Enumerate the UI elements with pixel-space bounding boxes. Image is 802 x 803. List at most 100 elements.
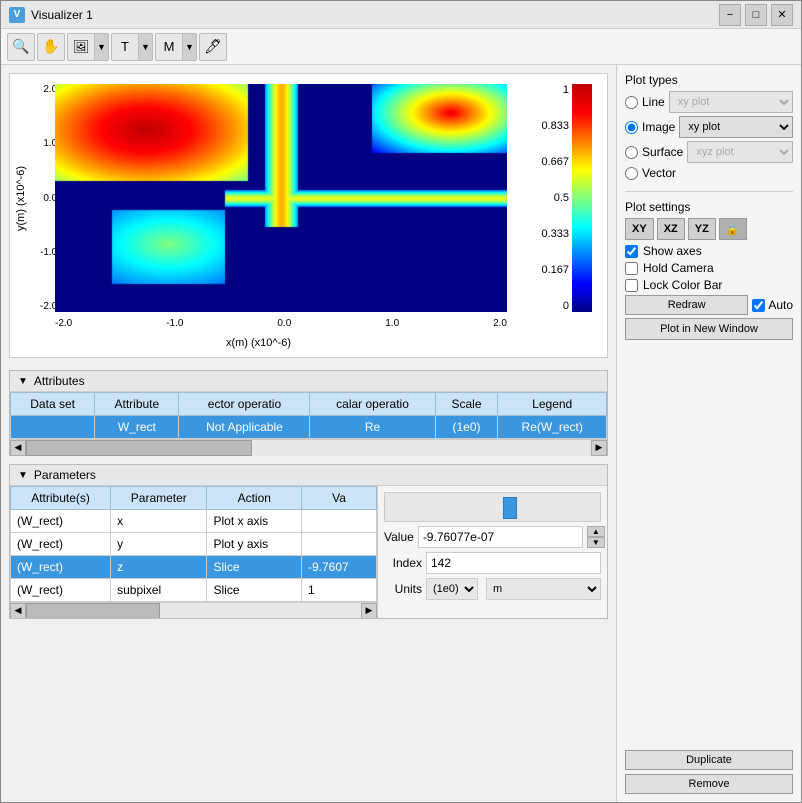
scroll-left-button[interactable]: ◀	[10, 440, 26, 456]
colorbar-min: 0	[563, 300, 569, 312]
param-row[interactable]: (W_rect) y Plot y axis	[11, 533, 377, 556]
attr-col-vector: ector operatio	[179, 393, 310, 416]
xz-axis-button[interactable]: XZ	[657, 218, 685, 240]
yz-axis-button[interactable]: YZ	[688, 218, 716, 240]
x-tick: 0.0	[277, 318, 291, 329]
marker-tool-dropdown[interactable]: M ▼	[155, 33, 197, 61]
colorbar-val1: 0.833	[541, 120, 569, 132]
marker-icon: M	[156, 39, 182, 54]
show-axes-checkbox[interactable]	[625, 245, 638, 258]
params-scroll-right[interactable]: ▶	[361, 603, 377, 619]
xy-axis-button[interactable]: XY	[625, 218, 654, 240]
params-table-wrapper: Attribute(s) Parameter Action Va (W_rect…	[10, 486, 377, 618]
index-input[interactable]	[426, 552, 601, 574]
zoom-button[interactable]: 🔍	[7, 33, 35, 61]
param-cell-value	[302, 533, 377, 556]
params-scrollbar[interactable]: ◀ ▶	[10, 602, 377, 618]
plot-new-window-button[interactable]: Plot in New Window	[625, 318, 793, 340]
params-scrollbar-track[interactable]	[26, 603, 361, 619]
hold-camera-checkbox[interactable]	[625, 262, 638, 275]
param-col-value: Va	[302, 487, 377, 510]
scroll-right-button[interactable]: ▶	[591, 440, 607, 456]
params-scroll-left[interactable]: ◀	[10, 603, 26, 619]
param-row[interactable]: (W_rect) subpixel Slice 1	[11, 579, 377, 602]
scrollbar-track[interactable]	[26, 440, 591, 456]
dropdown-arrow-icon[interactable]: ▼	[94, 34, 108, 60]
image-label: Image	[642, 120, 675, 134]
redraw-button[interactable]: Redraw	[625, 295, 748, 315]
value-label: Value	[384, 530, 414, 544]
scrollbar-thumb[interactable]	[26, 440, 252, 456]
param-cell-value	[302, 510, 377, 533]
value-slider[interactable]	[384, 492, 601, 522]
param-cell-action: Slice	[207, 556, 302, 579]
lock-colorbar-checkbox[interactable]	[625, 279, 638, 292]
param-row-selected[interactable]: (W_rect) z Slice -9.7607	[11, 556, 377, 579]
attr-col-attribute: Attribute	[95, 393, 179, 416]
colorbar-labels: 1 0.833 0.667 0.5 0.333 0.167 0	[541, 84, 569, 312]
lock-axis-button[interactable]: 🔒	[719, 218, 747, 240]
show-axes-label: Show axes	[643, 244, 702, 258]
hold-camera-label: Hold Camera	[643, 261, 714, 275]
lock-colorbar-label: Lock Color Bar	[643, 278, 722, 292]
attributes-scrollbar[interactable]: ◀ ▶	[10, 439, 607, 455]
x-tick: 1.0	[385, 318, 399, 329]
main-window: V Visualizer 1 − □ ✕ 🔍 ✋ 🖼 ▼ T ▼ M ▼ 🖊	[0, 0, 802, 803]
index-label: Index	[384, 556, 422, 570]
pan-button[interactable]: ✋	[37, 33, 65, 61]
slider-thumb[interactable]	[503, 497, 517, 519]
attr-row[interactable]: W_rect Not Applicable Re (1e0) Re(W_rect…	[11, 416, 607, 439]
duplicate-button[interactable]: Duplicate	[625, 750, 793, 770]
text-icon: T	[112, 39, 138, 54]
image-radio[interactable]	[625, 121, 638, 134]
auto-row: Auto	[752, 298, 793, 312]
remove-button[interactable]: Remove	[625, 774, 793, 794]
attributes-header[interactable]: ▼ Attributes	[10, 371, 607, 392]
param-cell-attr: (W_rect)	[11, 533, 111, 556]
param-cell-value: -9.7607	[302, 556, 377, 579]
image-select[interactable]: xy plot	[679, 116, 793, 138]
image-tool-dropdown[interactable]: 🖼 ▼	[67, 33, 109, 61]
surface-select[interactable]: xyz plot	[687, 141, 793, 163]
value-panel: Value ▲ ▼ Index	[377, 486, 607, 618]
text-tool-dropdown[interactable]: T ▼	[111, 33, 153, 61]
plot-settings-title: Plot settings	[625, 200, 793, 214]
value-up-button[interactable]: ▲	[587, 526, 605, 537]
parameters-header[interactable]: ▼ Parameters	[10, 465, 607, 486]
params-scrollbar-thumb[interactable]	[26, 603, 160, 619]
maximize-button[interactable]: □	[745, 4, 767, 26]
attr-cell-vector-op: Not Applicable	[179, 416, 310, 439]
units-field-row: Units (1e0) m	[384, 578, 601, 600]
attr-actions: Duplicate Remove	[625, 750, 793, 794]
image-icon: 🖼	[68, 39, 94, 55]
units-unit-select[interactable]: m	[486, 578, 601, 600]
colorbar	[572, 84, 592, 312]
attr-cell-attribute: W_rect	[95, 416, 179, 439]
surface-label: Surface	[642, 145, 683, 159]
titlebar: V Visualizer 1 − □ ✕	[1, 1, 801, 29]
param-cell-param: subpixel	[111, 579, 207, 602]
value-down-button[interactable]: ▼	[587, 537, 605, 548]
auto-checkbox[interactable]	[752, 299, 765, 312]
dropdown-arrow-icon[interactable]: ▼	[138, 34, 152, 60]
line-radio[interactable]	[625, 96, 638, 109]
value-input[interactable]	[418, 526, 583, 548]
attributes-arrow-icon: ▼	[18, 376, 28, 387]
param-col-param: Parameter	[111, 487, 207, 510]
minimize-button[interactable]: −	[719, 4, 741, 26]
surface-radio[interactable]	[625, 146, 638, 159]
x-axis-ticks: -2.0 -1.0 0.0 1.0 2.0	[55, 318, 507, 329]
param-row[interactable]: (W_rect) x Plot x axis	[11, 510, 377, 533]
params-table: Attribute(s) Parameter Action Va (W_rect…	[10, 486, 377, 602]
attr-col-scalar: calar operatio	[310, 393, 435, 416]
plot-types-section: Plot types Line xy plot Image xy plot	[625, 73, 793, 183]
close-button[interactable]: ✕	[771, 4, 793, 26]
paint-button[interactable]: 🖊	[199, 33, 227, 61]
plot-settings-section: Plot settings XY XZ YZ 🔒 Show axes Hold …	[625, 200, 793, 340]
units-value-select[interactable]: (1e0)	[426, 578, 478, 600]
vector-radio[interactable]	[625, 167, 638, 180]
attributes-section: ▼ Attributes Data set Attribute ector op…	[9, 370, 608, 456]
line-select[interactable]: xy plot	[669, 91, 793, 113]
dropdown-arrow-icon[interactable]: ▼	[182, 34, 196, 60]
heatmap-canvas[interactable]	[55, 84, 507, 312]
